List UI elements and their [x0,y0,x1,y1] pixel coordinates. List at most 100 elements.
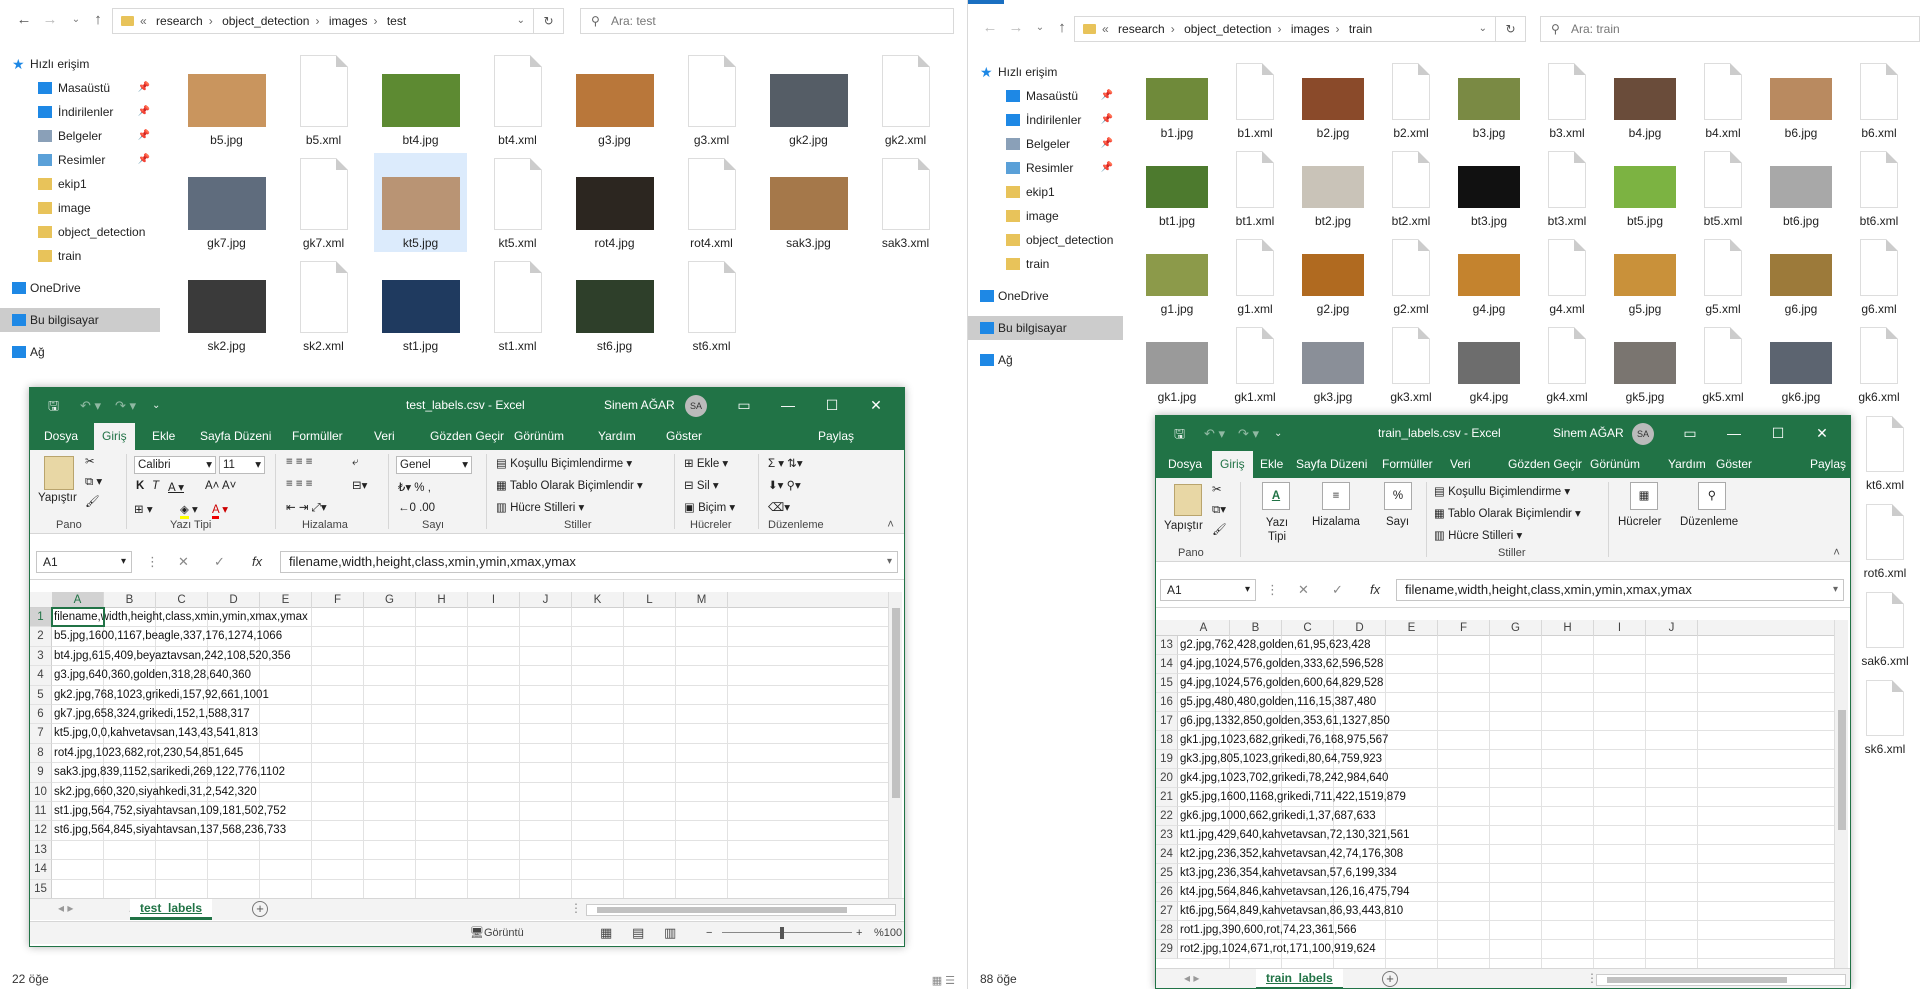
xml-file[interactable]: sk2.xml [277,256,370,355]
column-header[interactable]: I [1594,620,1646,636]
close-icon[interactable]: ✕ [858,388,894,423]
back-arrow-icon[interactable]: ← [14,10,34,30]
xml-file[interactable]: b3.xml [1530,58,1604,142]
ribbon-tab[interactable]: Yardım [598,423,636,450]
xml-file[interactable]: g1.xml [1218,234,1292,318]
search-input[interactable]: ⚲ Ara: test [580,8,954,34]
xml-file[interactable]: bt5.xml [1686,146,1760,230]
xml-file[interactable]: sak6.xml [1848,586,1922,670]
row-header[interactable]: 1 [30,608,52,628]
row-header[interactable]: 9 [30,763,52,783]
cell[interactable]: kt5.jpg,0,0,kahvetavsan,143,43,541,813 [52,724,892,744]
format-table-button[interactable]: ▦ Tablo Olarak Biçimlendir ▾ [1434,506,1581,520]
copy-icon[interactable]: ⧉▾ [1212,502,1226,517]
sidebar-item[interactable]: image [0,196,160,220]
cancel-icon[interactable]: ✕ [178,551,189,573]
breadcrumb-seg[interactable]: test [387,14,406,28]
ribbon-tab[interactable]: Gözden Geçir [430,423,504,450]
breadcrumb[interactable]: « research › object_detection › images › tr… [1074,16,1496,42]
copy-icon[interactable]: ⧉ ▾ [85,474,102,489]
xml-file[interactable]: b2.xml [1374,58,1448,142]
cell[interactable]: filename,width,height,class,xmin,ymin,xm… [52,608,892,628]
row-header[interactable]: 16 [1156,693,1178,712]
image-file[interactable]: gk4.jpg [1452,322,1526,406]
cancel-icon[interactable]: ✕ [1298,579,1309,601]
row-header[interactable]: 18 [1156,731,1178,750]
breadcrumb-seg[interactable]: images [329,14,368,28]
worksheet[interactable]: A B C D E F G H I J K L M 1 filename,width,height,clas… [30,592,892,898]
row-header[interactable]: 2 [30,627,52,647]
image-file[interactable]: bt3.jpg [1452,146,1526,230]
collapse-ribbon-icon[interactable]: ˄ [1833,547,1840,559]
ribbon-tab[interactable]: Giriş [94,423,135,450]
column-header[interactable]: D [208,592,260,608]
ribbon-tab[interactable]: Veri [374,423,395,450]
breadcrumb-seg[interactable]: object_detection [222,14,309,28]
cell[interactable]: g4.jpg,1024,576,golden,600,64,829,528 [1178,674,1836,693]
row-header[interactable]: 4 [30,666,52,686]
editing-group-button[interactable]: Düzenleme [1680,516,1738,528]
sidebar-item[interactable]: Resimler 📌 [968,156,1123,180]
currency-icon[interactable]: ₺▾ % , [398,480,431,494]
row-header[interactable]: 13 [1156,636,1178,655]
back-arrow-icon[interactable]: ← [980,18,1000,38]
image-file[interactable]: gk7.jpg [180,153,273,252]
redo-icon[interactable]: ↷ ▾ [1238,416,1259,451]
sidebar-item[interactable]: ekip1 [0,172,160,196]
column-header[interactable]: A [1178,620,1230,636]
ribbon-display-icon[interactable]: ▭ [726,388,762,423]
cell[interactable]: sk2.jpg,660,320,siyahkedi,31,2,542,320 [52,783,892,802]
refresh-icon[interactable]: ↻ [1496,16,1526,42]
chevron-down-icon[interactable]: ⌄ [1479,17,1487,41]
align-group-icon[interactable]: ≡ [1322,482,1350,510]
customize-icon[interactable]: ⌄ [1274,416,1282,451]
xml-file[interactable]: sak3.xml [859,153,952,252]
ribbon-tab[interactable]: Formüller [292,423,343,450]
row-header[interactable]: 29 [1156,940,1178,959]
display-settings[interactable]: 🖥 Görüntü Ayarları [470,922,524,944]
maximize-icon[interactable]: ☐ [814,388,850,423]
row-header[interactable]: 23 [1156,826,1178,845]
font-select[interactable]: Calibri ▾ [134,456,216,474]
cell[interactable]: kt6.jpg,564,849,kahvetavsan,86,93,443,81… [1178,902,1836,921]
column-header[interactable]: J [1646,620,1698,636]
number-group-button[interactable]: Sayı [1386,516,1409,528]
number-format-select[interactable]: Genel ▾ [396,456,472,474]
xml-file[interactable]: gk5.xml [1686,322,1760,406]
xml-file[interactable]: rot4.xml [665,153,758,252]
column-header[interactable]: A [52,592,104,608]
align-group-button[interactable]: Hizalama [1312,516,1360,528]
sidebar-item[interactable]: image [968,204,1123,228]
xml-file[interactable]: gk7.xml [277,153,370,252]
user-name[interactable]: Sinem AĞAR [604,388,675,423]
undo-icon[interactable]: ↶ ▾ [1204,416,1225,451]
ribbon-tab[interactable]: Paylaş [818,423,854,450]
sidebar-item[interactable]: train [0,244,160,268]
row-header[interactable]: 21 [1156,788,1178,807]
column-header[interactable]: F [1438,620,1490,636]
cell[interactable]: gk7.jpg,658,324,grikedi,152,1,588,317 [52,705,892,725]
image-file[interactable]: gk1.jpg [1140,322,1214,406]
cells-group-icon[interactable]: ▦ [1630,482,1658,510]
xml-file[interactable]: bt6.xml [1842,146,1916,230]
image-file[interactable]: b4.jpg [1608,58,1682,142]
row-header[interactable]: 3 [30,646,52,667]
xml-file[interactable]: g3.xml [665,50,758,149]
format-cells-button[interactable]: ▣ Biçim ▾ [684,500,735,514]
borders-icon[interactable]: ⊞ ▾ [134,502,153,516]
ribbon-tab[interactable]: Görünüm [1590,451,1640,478]
sidebar-item[interactable]: İndirilenler 📌 [0,100,160,124]
enter-icon[interactable]: ✓ [214,551,225,573]
cell[interactable]: gk2.jpg,768,1023,grikedi,157,92,661,1001 [52,686,892,705]
editing-group-icon[interactable]: ⚲ [1698,482,1726,510]
zoom-slider[interactable] [722,932,852,933]
maximize-icon[interactable]: ☐ [1760,416,1796,451]
row-header[interactable]: 17 [1156,712,1178,731]
ribbon-tab[interactable]: Sayfa Düzeni [1296,451,1367,478]
image-file[interactable]: g3.jpg [568,50,661,149]
cell[interactable]: g6.jpg,1332,850,golden,353,61,1327,850 [1178,712,1836,731]
zoom-out-icon[interactable]: − [706,922,712,944]
row-header[interactable]: 26 [1156,883,1178,902]
ribbon-tab[interactable]: Ekle [1260,451,1283,478]
image-file[interactable]: g4.jpg [1452,234,1526,318]
